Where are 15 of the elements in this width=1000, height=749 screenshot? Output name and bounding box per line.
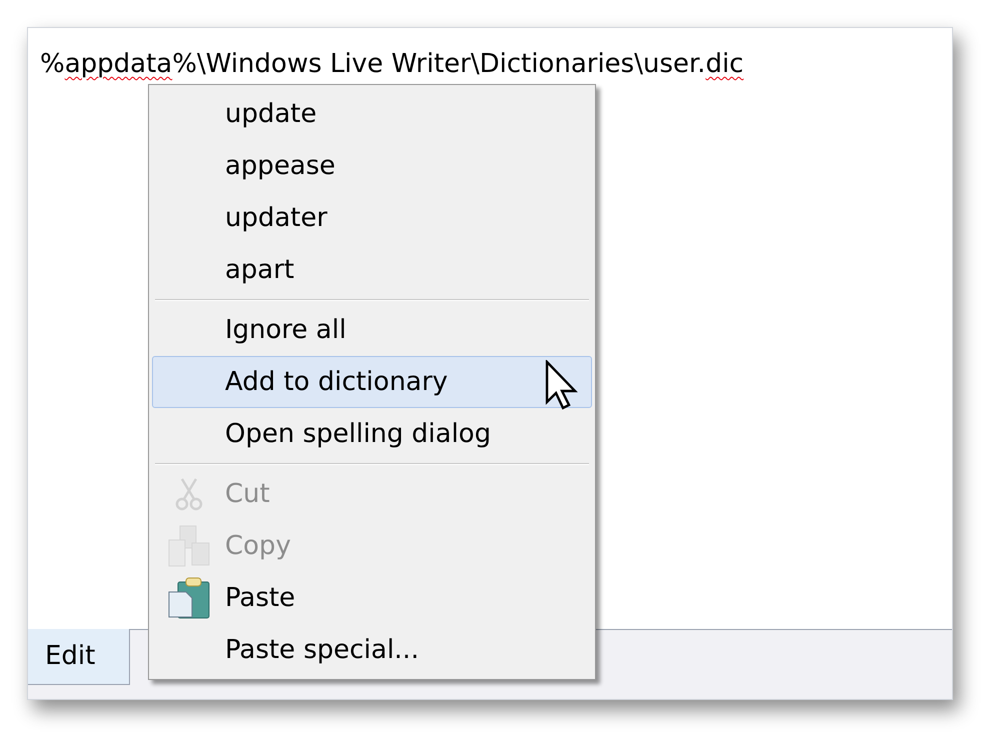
menu-item[interactable]: Ignore all (152, 304, 592, 356)
menu-item[interactable]: Add to dictionary (152, 356, 592, 408)
copy-icon (168, 525, 210, 567)
menu-item[interactable]: Paste (152, 572, 592, 624)
menu-item[interactable]: updater (152, 192, 592, 244)
scissors-icon (174, 477, 204, 511)
menu-item[interactable]: update (152, 88, 592, 140)
paste-icon (168, 577, 210, 619)
menu-item[interactable]: appease (152, 140, 592, 192)
edit-tab[interactable]: Edit (28, 629, 130, 685)
menu-item[interactable]: Open spelling dialog (152, 408, 592, 460)
menu-item[interactable]: Paste special... (152, 624, 592, 676)
mouse-pointer-icon (545, 360, 579, 412)
document-text[interactable]: %appdata%\Windows Live Writer\Dictionaries\user.dic (40, 46, 952, 82)
menu-item[interactable]: apart (152, 244, 592, 296)
